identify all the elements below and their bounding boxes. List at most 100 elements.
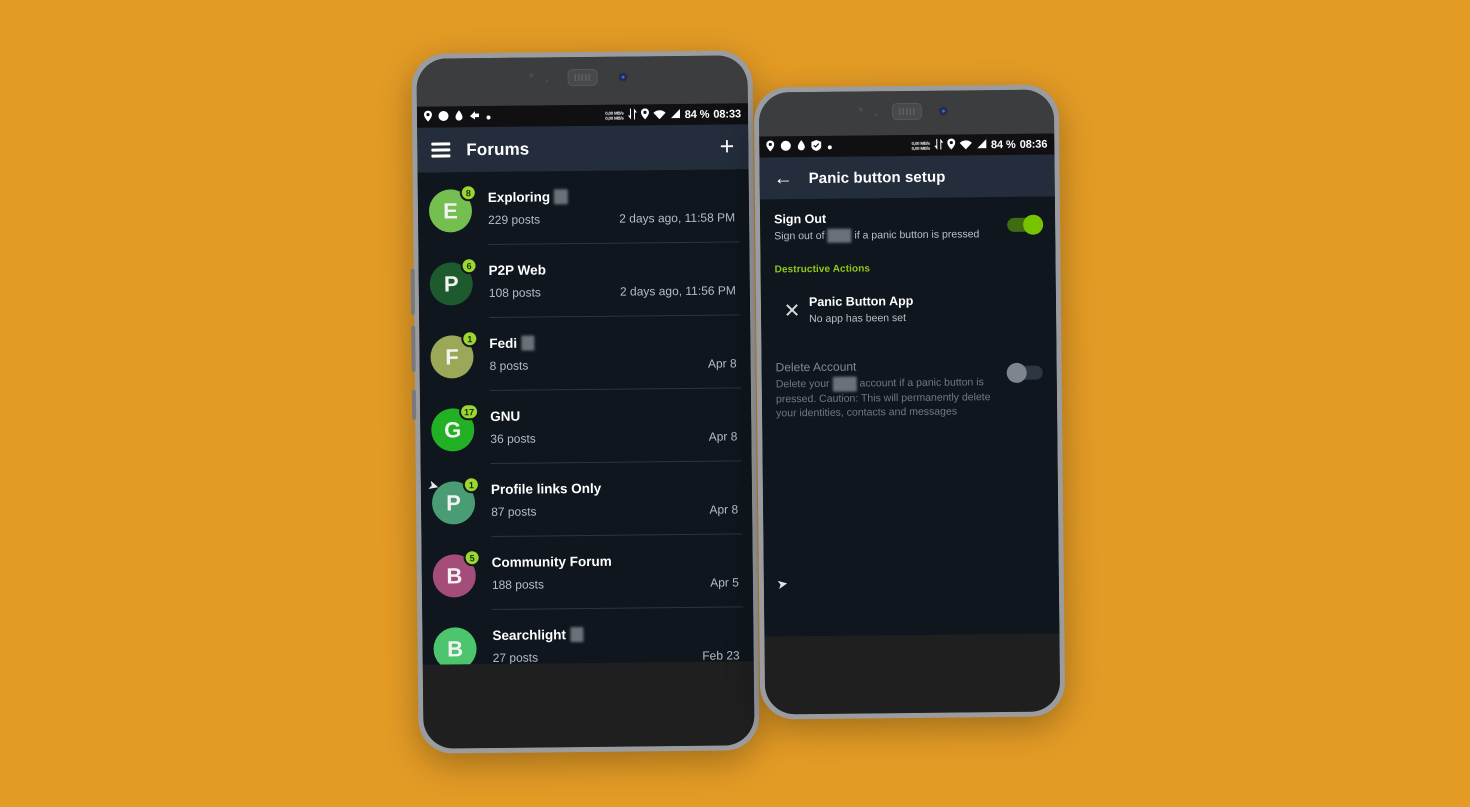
sign-out-subtitle-before: Sign out of <box>774 229 828 243</box>
app-bar: Forums + <box>417 124 749 173</box>
avatar: F1 <box>430 330 479 379</box>
forum-meta: 36 posts Apr 8 <box>490 429 737 446</box>
forum-list-item[interactable]: F 1 Fedi 8 posts Apr 8 <box>419 315 751 392</box>
location-pin-icon <box>946 138 955 152</box>
forum-title: Fedi <box>489 333 736 351</box>
droplet-icon <box>455 109 463 124</box>
back-arrow-icon[interactable]: ← <box>774 168 793 189</box>
hamburger-menu-icon[interactable] <box>431 142 451 158</box>
power-button[interactable] <box>411 389 417 420</box>
battery-percent: 84 % <box>990 138 1016 151</box>
data-transfer-icon <box>627 107 637 122</box>
forum-list[interactable]: E 8 Exploring 229 posts 2 days ago, 11:58 P… <box>417 169 754 665</box>
forum-post-count: 36 posts <box>490 431 536 446</box>
plus-icon[interactable]: + <box>720 132 735 160</box>
forum-list-item[interactable]: B 5 Community Forum 188 posts Apr 5 <box>421 534 753 610</box>
forum-meta: 188 posts Apr 5 <box>492 575 739 592</box>
circle-icon <box>438 110 449 124</box>
forum-list-item[interactable]: E 8 Exploring 229 posts 2 days ago, 11:58 P… <box>418 169 750 246</box>
clock: 08:36 <box>1019 138 1048 151</box>
light-sensor-icon <box>545 79 549 83</box>
proximity-sensor-icon <box>529 73 534 78</box>
sign-out-subtitle: Sign out of Briar if a panic button is p… <box>774 227 995 244</box>
avatar: G 17 <box>431 403 480 452</box>
forum-post-count: 87 posts <box>491 504 537 519</box>
toggle-knob <box>1006 363 1027 384</box>
earpiece-speaker-icon <box>891 102 922 121</box>
forum-last-activity: Apr 5 <box>710 575 739 590</box>
close-x-icon: ✕ <box>783 299 801 323</box>
forum-list-item[interactable]: B Searchlight 27 posts Feb 23 <box>422 607 754 665</box>
delete-account-toggle[interactable] <box>1006 363 1043 384</box>
forum-row-body: GNU 36 posts Apr 8 <box>490 388 742 464</box>
phone-bottom-bezel <box>764 633 1061 715</box>
forum-last-activity: Apr 8 <box>707 356 737 371</box>
wifi-icon <box>959 138 972 152</box>
phone-top-bezel <box>416 55 748 107</box>
forum-meta: 8 posts Apr 8 <box>490 356 737 373</box>
forum-last-activity: Apr 8 <box>709 502 739 517</box>
unread-badge: 17 <box>458 403 480 421</box>
screen-panic-button-setup: 0,00 MB/s 0,00 MB/s 84 % 08:36 ← Panic b… <box>759 133 1060 637</box>
phone-device-right: 0,00 MB/s 0,00 MB/s 84 % 08:36 ← Panic b… <box>753 84 1066 720</box>
avatar: B <box>433 623 480 665</box>
forum-title: GNU <box>490 406 737 424</box>
forum-last-activity: Apr 8 <box>708 429 738 444</box>
forum-list-item[interactable]: G 17 GNU 36 posts Apr 8 <box>420 388 752 464</box>
redacted-app-name: Briar <box>827 228 852 244</box>
forum-row-body: Profile links Only 87 posts Apr 8 <box>491 461 743 537</box>
dot-icon <box>827 140 832 152</box>
volume-up-button[interactable] <box>410 268 416 315</box>
phone-top-bezel <box>758 89 1055 137</box>
arrow-icon <box>469 110 480 123</box>
forum-last-activity: 2 days ago, 11:56 PM <box>619 283 736 299</box>
forum-row-body: Community Forum 188 posts Apr 5 <box>491 534 744 610</box>
forum-title: Searchlight <box>492 625 739 643</box>
redacted-text <box>569 627 584 643</box>
forum-meta: 229 posts 2 days ago, 11:58 PM <box>488 210 735 227</box>
delete-account-title: Delete Account <box>775 359 857 375</box>
setting-sign-out[interactable]: Sign Out Sign out of Briar if a panic bu… <box>760 196 1056 257</box>
dot-icon <box>486 110 491 122</box>
unread-badge: 6 <box>460 257 478 275</box>
forum-list-item[interactable]: P 1 Profile links Only 87 posts Apr 8 <box>421 461 753 537</box>
forum-title: Profile links Only <box>491 479 738 497</box>
volume-down-button[interactable] <box>411 325 416 372</box>
light-sensor-icon <box>874 113 878 117</box>
forum-row-body: P2P Web 108 posts 2 days ago, 11:56 PM <box>488 242 741 319</box>
circle-icon <box>780 140 791 154</box>
avatar: B5 <box>432 549 481 598</box>
redacted-text <box>554 189 568 205</box>
forum-list-item[interactable]: P 6 P2P Web 108 posts 2 days ago, 11:56 PM <box>418 242 750 319</box>
unread-badge: 5 <box>463 549 481 567</box>
mouse-cursor-icon: ➤ <box>775 575 790 593</box>
location-pin-icon <box>423 110 432 124</box>
avatar: P6 <box>429 257 478 306</box>
location-pin-icon <box>640 107 649 122</box>
avatar: E8 <box>428 184 477 233</box>
unread-badge: 8 <box>459 184 477 202</box>
phone-device-left: 0,00 MB/s 0,00 MB/s 84 % 08:33 Forums + … <box>410 50 760 754</box>
setting-delete-account[interactable]: Delete Account Delete your Briar account… <box>761 340 1057 435</box>
sign-out-toggle[interactable] <box>1007 214 1044 235</box>
redacted-app-name: Briar <box>832 376 857 392</box>
delete-account-subtitle-before: Delete your <box>775 378 833 391</box>
forum-meta: 87 posts Apr 8 <box>491 502 738 519</box>
panic-button-app-subtitle: No app has been set <box>809 312 907 326</box>
droplet-icon <box>797 139 805 154</box>
data-transfer-icon <box>933 138 943 152</box>
redacted-text <box>521 335 535 351</box>
forum-meta: 108 posts 2 days ago, 11:56 PM <box>489 283 736 300</box>
settings-list: Sign Out Sign out of Briar if a panic bu… <box>759 196 1060 637</box>
setting-panic-button-app[interactable]: ✕ Panic Button App No app has been set <box>761 279 1057 343</box>
net-speed-down: 0,00 MB/s <box>911 145 931 151</box>
forum-title: P2P Web <box>489 260 736 278</box>
app-bar: ← Panic button setup <box>759 154 1055 200</box>
unread-badge: 1 <box>462 476 480 494</box>
forum-title-text: Community Forum <box>491 553 612 570</box>
signal-icon <box>670 107 681 121</box>
battery-percent: 84 % <box>684 108 710 121</box>
forum-post-count: 8 posts <box>489 358 529 374</box>
forum-post-count: 229 posts <box>488 212 541 228</box>
sign-out-subtitle-after: if a panic button is pressed <box>851 228 980 242</box>
